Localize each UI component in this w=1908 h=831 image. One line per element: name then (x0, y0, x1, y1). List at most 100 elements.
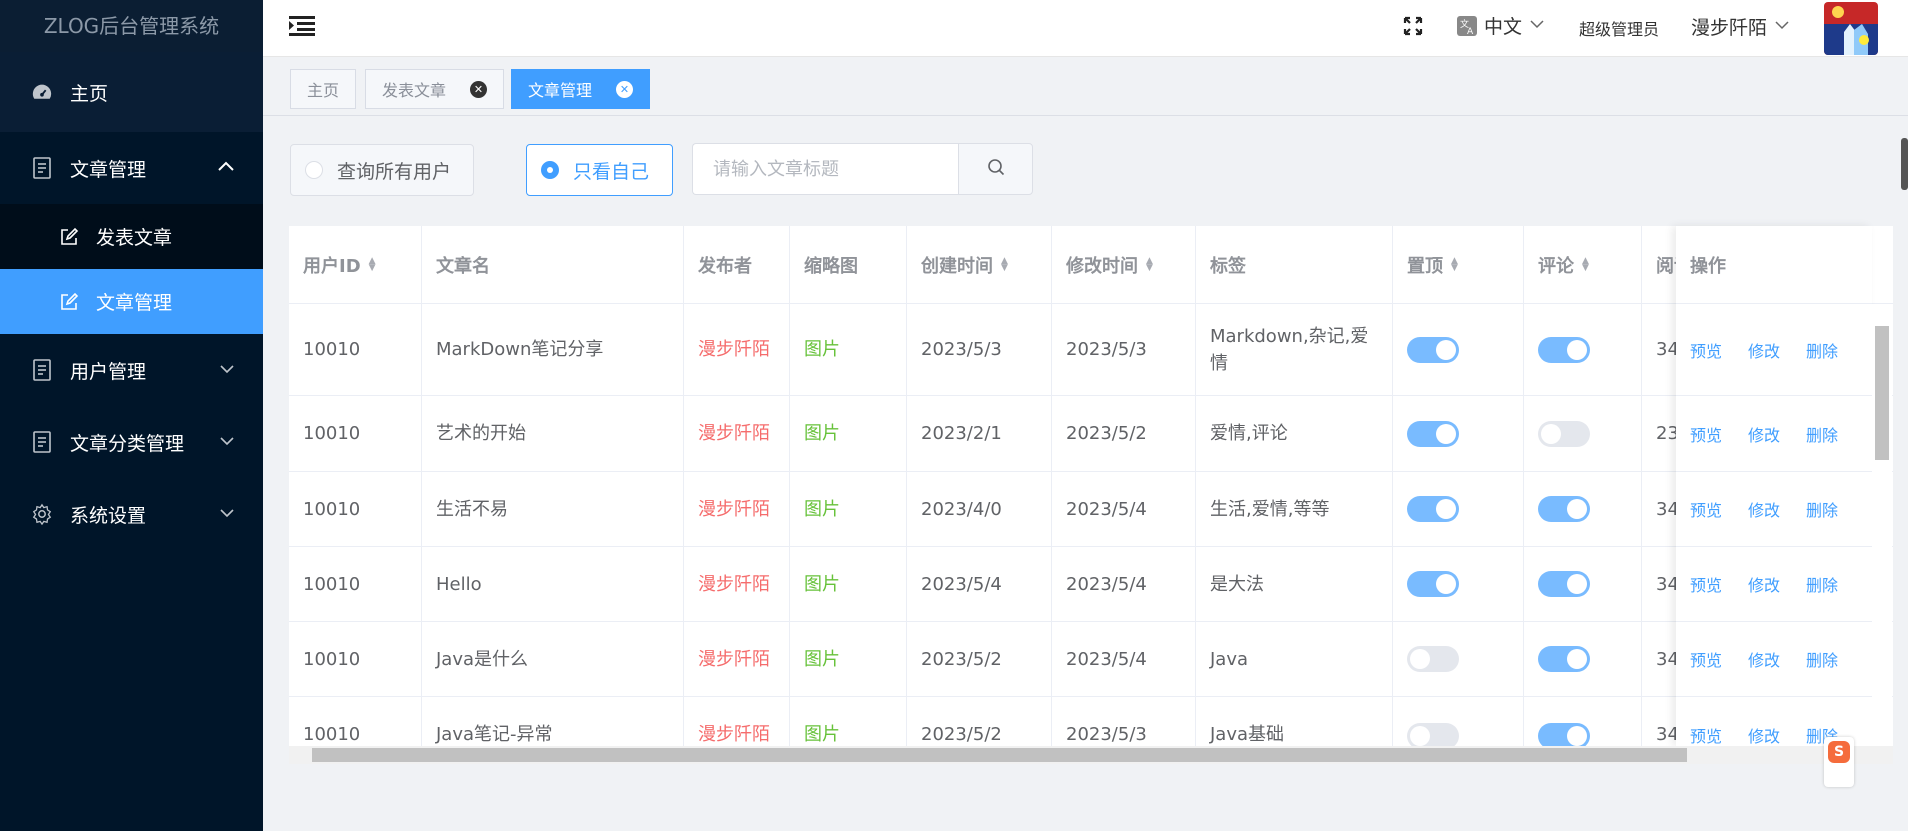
cell-thumb[interactable]: 图片 (790, 697, 907, 746)
row-actions: 预览 修改 删除 (1676, 396, 1872, 472)
floating-widget[interactable]: S (1824, 737, 1854, 787)
sidebar-item-label: 文章分类管理 (70, 432, 185, 455)
cell-thumb[interactable]: 图片 (790, 396, 907, 471)
top-switch[interactable] (1407, 336, 1459, 363)
comment-switch[interactable] (1538, 336, 1590, 363)
preview-button[interactable]: 预览 (1690, 422, 1722, 446)
close-icon[interactable]: ✕ (616, 80, 634, 98)
radio-all-users[interactable]: 查询所有用户 (290, 144, 474, 196)
language-select[interactable]: 文A 中文 (1456, 12, 1544, 39)
scrollbar-thumb[interactable] (312, 748, 1687, 762)
preview-button[interactable]: 预览 (1690, 497, 1722, 521)
chevron-down-icon (219, 506, 235, 522)
widget-s-icon: S (1828, 741, 1850, 763)
column-header-modified[interactable]: 修改时间 ▲ ▼ (1052, 226, 1196, 304)
chevron-down-icon (219, 434, 235, 450)
cell-tags: Java (1196, 622, 1393, 696)
column-header-comment[interactable]: 评论 ▲ ▼ (1524, 226, 1642, 304)
table-vertical-scrollbar[interactable] (1872, 304, 1892, 746)
comment-switch[interactable] (1538, 646, 1590, 672)
search-button[interactable] (958, 143, 1033, 195)
tab-article-manage[interactable]: 文章管理 ✕ (511, 69, 651, 109)
sidebar-item-home[interactable]: 主页 (0, 52, 263, 132)
sort-icon[interactable]: ▲ ▼ (1001, 257, 1008, 273)
user-menu[interactable]: 漫步阡陌 (1691, 13, 1789, 40)
top-switch[interactable] (1407, 646, 1459, 672)
column-header-uid[interactable]: 用户ID ▲ ▼ (289, 226, 422, 304)
cell-thumb[interactable]: 图片 (790, 304, 907, 395)
top-switch[interactable] (1407, 571, 1459, 597)
fullscreen-icon[interactable] (1403, 16, 1425, 38)
edit-button[interactable]: 修改 (1748, 338, 1780, 362)
cell-top (1393, 547, 1524, 621)
close-icon[interactable]: ✕ (470, 80, 488, 98)
cell-title: Java是什么 (422, 622, 684, 696)
comment-switch[interactable] (1538, 723, 1590, 746)
edit-button[interactable]: 修改 (1748, 422, 1780, 446)
sort-icon[interactable]: ▲ ▼ (1146, 257, 1153, 273)
cell-tags: Java基础 (1196, 697, 1393, 746)
scrollbar-thumb[interactable] (1875, 326, 1889, 460)
table-header: 用户ID ▲ ▼ 文章名 发布者 缩略图 创建时间 ▲ ▼ 修改时间 ▲ ▼ 标签 置顶 ▲ ▼… (289, 226, 1893, 304)
top-header: 文A 中文 超级管理员 漫步阡陌 (263, 0, 1908, 57)
delete-button[interactable]: 删除 (1806, 647, 1838, 671)
comment-switch[interactable] (1538, 496, 1590, 522)
edit-button[interactable]: 修改 (1748, 723, 1780, 746)
sort-icon[interactable]: ▲ ▼ (1582, 257, 1589, 273)
sidebar-group-category[interactable]: 文章分类管理 (0, 406, 263, 478)
cell-uid: 10010 (289, 547, 422, 621)
comment-switch[interactable] (1538, 420, 1590, 447)
chevron-down-icon (1775, 19, 1789, 34)
cell-created: 2023/5/2 (907, 697, 1052, 746)
sort-icon[interactable]: ▲ ▼ (369, 257, 376, 273)
top-switch[interactable] (1407, 496, 1459, 522)
avatar[interactable] (1824, 2, 1878, 55)
edit-button[interactable]: 修改 (1748, 497, 1780, 521)
delete-button[interactable]: 删除 (1806, 497, 1838, 521)
cell-comment (1524, 472, 1642, 546)
tab-label: 文章管理 (528, 81, 593, 100)
table-horizontal-scrollbar[interactable] (289, 746, 1893, 764)
chevron-down-icon (219, 362, 235, 378)
sidebar-group-user[interactable]: 用户管理 (0, 334, 263, 406)
delete-button[interactable]: 删除 (1806, 572, 1838, 596)
top-switch[interactable] (1407, 723, 1459, 746)
preview-button[interactable]: 预览 (1690, 338, 1722, 362)
cell-thumb[interactable]: 图片 (790, 622, 907, 696)
preview-button[interactable]: 预览 (1690, 723, 1722, 746)
menu-toggle-icon[interactable] (289, 15, 315, 37)
tab-home[interactable]: 主页 (290, 69, 357, 109)
preview-button[interactable]: 预览 (1690, 647, 1722, 671)
article-submenu: 发表文章 文章管理 (0, 204, 263, 334)
delete-button[interactable]: 删除 (1806, 422, 1838, 446)
edit-button[interactable]: 修改 (1748, 572, 1780, 596)
sort-icon[interactable]: ▲ ▼ (1451, 257, 1458, 273)
comment-switch[interactable] (1538, 571, 1590, 597)
column-header-created[interactable]: 创建时间 ▲ ▼ (907, 226, 1052, 304)
page-scrollbar-thumb[interactable] (1901, 138, 1908, 190)
table-row: 10010 Java是什么 漫步阡陌 图片 2023/5/2 2023/5/4 … (289, 622, 1893, 697)
edit-button[interactable]: 修改 (1748, 647, 1780, 671)
preview-button[interactable]: 预览 (1690, 572, 1722, 596)
sidebar-item-publish-article[interactable]: 发表文章 (0, 204, 263, 269)
radio-mine-only[interactable]: 只看自己 (526, 144, 673, 196)
tab-publish-article[interactable]: 发表文章 ✕ (365, 69, 505, 109)
translate-icon: 文A (1456, 15, 1478, 37)
chevron-up-icon (217, 160, 235, 176)
sidebar-group-article[interactable]: 文章管理 (0, 132, 263, 204)
column-header-top[interactable]: 置顶 ▲ ▼ (1393, 226, 1524, 304)
row-actions: 预览 修改 删除 (1676, 304, 1872, 396)
cell-uid: 10010 (289, 396, 422, 471)
cell-thumb[interactable]: 图片 (790, 547, 907, 621)
cell-title: Java笔记-异常 (422, 697, 684, 746)
cell-thumb[interactable]: 图片 (790, 472, 907, 546)
search-input[interactable] (692, 143, 958, 195)
delete-button[interactable]: 删除 (1806, 338, 1838, 362)
sidebar-group-system[interactable]: 系统设置 (0, 478, 263, 550)
cell-modified: 2023/5/3 (1052, 304, 1196, 395)
sidebar-item-article-manage[interactable]: 文章管理 (0, 269, 263, 334)
top-switch[interactable] (1407, 420, 1459, 447)
column-header-title: 文章名 (422, 226, 684, 304)
cell-created: 2023/5/3 (907, 304, 1052, 395)
tab-label: 主页 (307, 81, 340, 100)
